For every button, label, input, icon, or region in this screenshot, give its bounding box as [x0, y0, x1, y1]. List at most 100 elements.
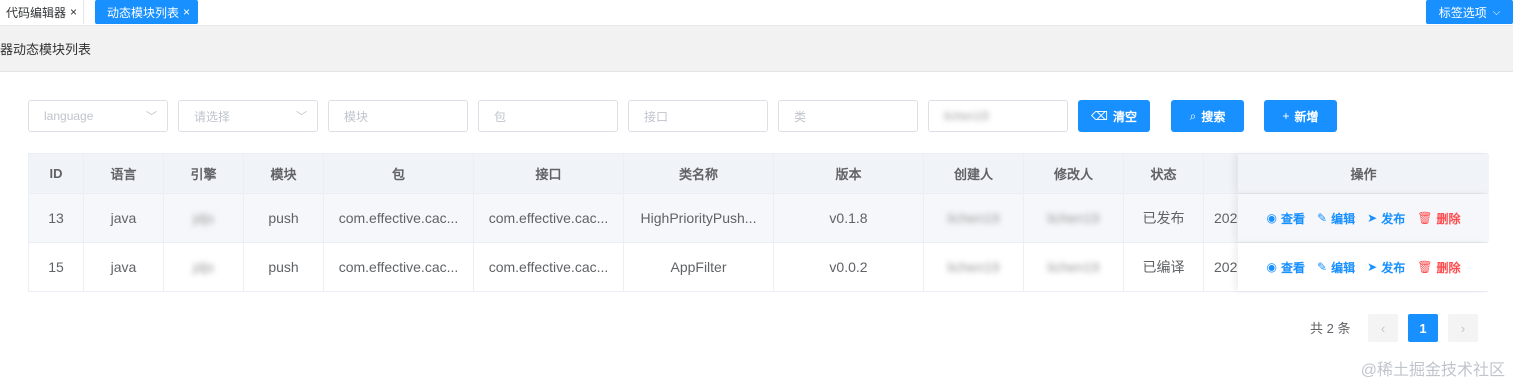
engine-select[interactable]: 请选择 ﹀ [178, 100, 318, 132]
clear-label: 清空 [1112, 109, 1137, 124]
tab-options-label: 标签选项 [1438, 5, 1487, 20]
eraser-icon: ⌫ [1091, 109, 1108, 123]
cell-module: push [244, 243, 324, 291]
cell-module: push [244, 194, 324, 242]
pagination-total: 共 2 条 [1310, 321, 1351, 336]
cell-creator: lichen19 [924, 243, 1024, 291]
cell-id: 15 [29, 243, 84, 291]
cell-modifier: lichen19 [1024, 243, 1124, 291]
tab-dynamic-module-list[interactable]: 动态模块列表 × [95, 0, 199, 24]
delete-button[interactable]: 🗑 删除 [1417, 210, 1460, 227]
trash-icon: 🗑 [1417, 211, 1433, 225]
delete-button[interactable]: 🗑 删除 [1417, 259, 1460, 276]
package-input[interactable]: 包 [478, 100, 618, 132]
tab-label: 代码编辑器 [6, 5, 67, 20]
publish-label: 发布 [1381, 211, 1406, 226]
interface-placeholder: 接口 [644, 109, 669, 124]
cell-engine: jdjs [164, 243, 244, 291]
search-icon: ⌕ [1189, 108, 1197, 123]
chevron-down-icon: ﹀ [146, 111, 157, 123]
engine-value: jdjs [192, 259, 214, 275]
interface-value: com.effective.cac... [488, 259, 609, 275]
engine-value: jdjs [192, 210, 214, 226]
edit-label: 编辑 [1331, 211, 1356, 226]
module-input[interactable]: 模块 [328, 100, 468, 132]
cell-version: v0.0.2 [774, 243, 924, 291]
cell-creator: lichen19 [924, 194, 1024, 242]
publish-button[interactable]: ➤ 发布 [1367, 259, 1405, 276]
cell-class: HighPriorityPush... [624, 194, 774, 242]
tab-bar: 代码编辑器 × 动态模块列表 × 标签选项 ⌵ [0, 0, 1513, 26]
close-icon[interactable]: × [183, 5, 190, 19]
plus-icon: + [1282, 109, 1290, 123]
next-page-button[interactable]: › [1448, 314, 1478, 342]
table-row: 15 java jdjs push com.effective.cac... c… [29, 243, 1489, 292]
cell-engine: jdjs [164, 194, 244, 242]
creator-value: lichen19 [947, 259, 1000, 275]
interface-input[interactable]: 接口 [628, 100, 768, 132]
add-button[interactable]: + 新增 [1264, 100, 1337, 132]
view-button[interactable]: ◉ 查看 [1267, 259, 1306, 276]
module-table: ID 语言 引擎 模块 包 接口 类名称 版本 创建人 修改人 状态 操作 13… [28, 153, 1489, 292]
edit-button[interactable]: ✎ 编辑 [1317, 210, 1355, 227]
header-modifier: 修改人 [1024, 154, 1124, 193]
delete-label: 删除 [1436, 211, 1461, 226]
header-creator: 创建人 [924, 154, 1024, 193]
language-select[interactable]: language ﹀ [28, 100, 168, 132]
send-icon: ➤ [1367, 211, 1378, 225]
cell-status: 已编译 [1124, 243, 1204, 291]
tab-label: 动态模块列表 [107, 5, 180, 20]
edit-label: 编辑 [1331, 260, 1356, 275]
publish-button[interactable]: ➤ 发布 [1367, 210, 1405, 227]
search-label: 搜索 [1201, 109, 1226, 124]
close-icon[interactable]: × [70, 5, 77, 19]
cell-interface: com.effective.cac... [474, 194, 624, 242]
eye-icon: ◉ [1266, 211, 1278, 225]
cell-version: v0.1.8 [774, 194, 924, 242]
view-label: 查看 [1281, 260, 1306, 275]
trash-icon: 🗑 [1417, 260, 1433, 274]
modifier-value: lichen19 [1047, 210, 1100, 226]
page-1-button[interactable]: 1 [1408, 314, 1438, 342]
header-module: 模块 [244, 154, 324, 193]
add-label: 新增 [1294, 109, 1319, 124]
header-package: 包 [324, 154, 474, 193]
tab-code-editor[interactable]: 代码编辑器 × [0, 0, 85, 24]
class-value: AppFilter [670, 259, 727, 275]
clear-button[interactable]: ⌫ 清空 [1078, 100, 1150, 132]
prev-page-button[interactable]: ‹ [1368, 314, 1398, 342]
select-placeholder: 请选择 [194, 109, 231, 124]
package-value: com.effective.cac... [338, 259, 459, 275]
eye-icon: ◉ [1266, 260, 1278, 274]
class-input[interactable]: 类 [778, 100, 918, 132]
search-button[interactable]: ⌕ 搜索 [1171, 100, 1244, 132]
language-placeholder: language [44, 109, 94, 123]
chevron-down-icon: ﹀ [296, 111, 307, 123]
creator-value: lichen19 [944, 109, 989, 123]
modifier-value: lichen19 [1047, 259, 1100, 275]
view-button[interactable]: ◉ 查看 [1267, 210, 1306, 227]
send-icon: ➤ [1367, 260, 1378, 274]
delete-label: 删除 [1436, 260, 1461, 275]
table-header: ID 语言 引擎 模块 包 接口 类名称 版本 创建人 修改人 状态 操作 [29, 154, 1489, 194]
chevron-down-icon: ⌵ [1492, 6, 1501, 18]
edit-icon: ✎ [1317, 260, 1328, 274]
header-engine: 引擎 [164, 154, 244, 193]
creator-input[interactable]: lichen19 [928, 100, 1068, 132]
watermark: @稀土掘金技术社区 [1360, 362, 1505, 379]
row-actions: ◉ 查看 ✎ 编辑 ➤ 发布 🗑 删除 [1238, 194, 1489, 242]
package-placeholder: 包 [494, 109, 507, 124]
breadcrumb-text: 器动态模块列表 [0, 42, 92, 57]
header-version: 版本 [774, 154, 924, 193]
cell-status: 已发布 [1124, 194, 1204, 242]
header-id: ID [29, 154, 84, 193]
edit-button[interactable]: ✎ 编辑 [1317, 259, 1355, 276]
cell-lang: java [84, 194, 164, 242]
tab-options-button[interactable]: 标签选项 ⌵ [1426, 0, 1513, 24]
header-lang: 语言 [84, 154, 164, 193]
table-row: 13 java jdjs push com.effective.cac... c… [29, 194, 1489, 243]
cell-modifier: lichen19 [1024, 194, 1124, 242]
cell-package: com.effective.cac... [324, 194, 474, 242]
cell-lang: java [84, 243, 164, 291]
cell-class: AppFilter [624, 243, 774, 291]
